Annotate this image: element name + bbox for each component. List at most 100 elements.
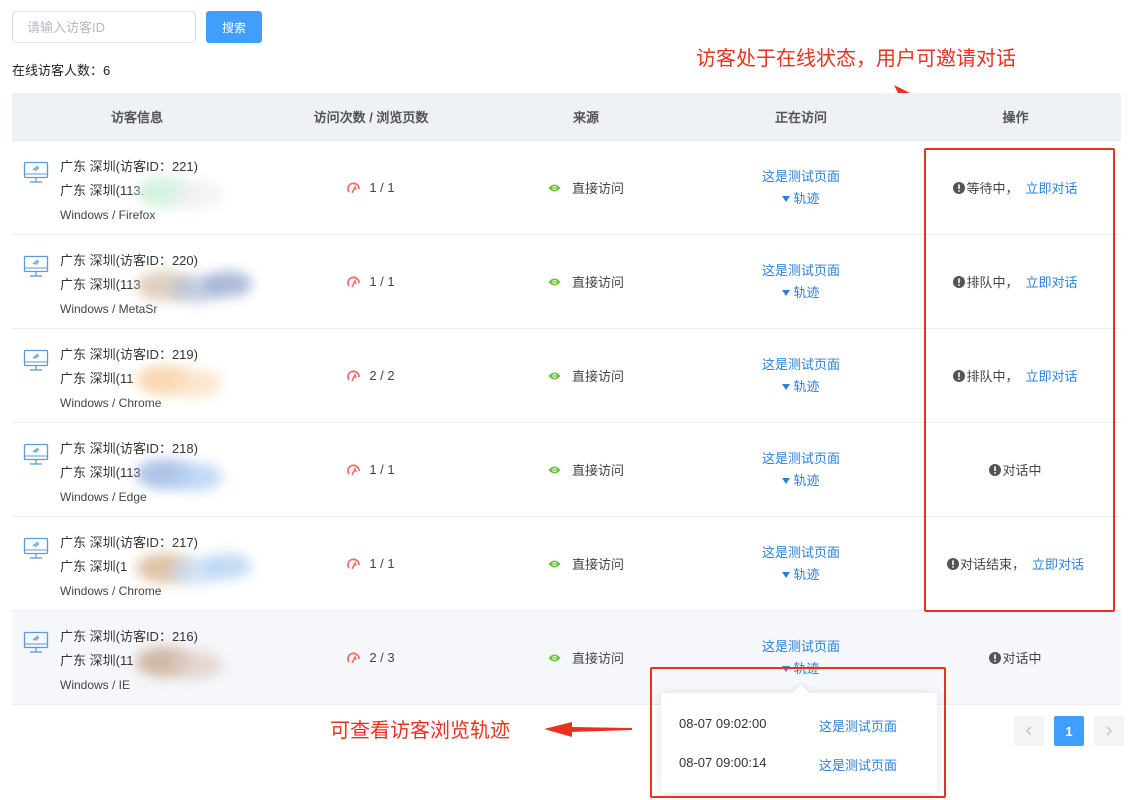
trail-label: 轨迹 <box>793 378 820 394</box>
visit-count-value: 2 / 3 <box>369 650 395 665</box>
visit-count-value: 1 / 1 <box>369 274 395 289</box>
visitor-status: 排队中， <box>966 369 1019 384</box>
exclamation-circle-icon <box>953 275 966 288</box>
visitor-table: 访客信息 访问次数 / 浏览页数 来源 正在访问 操作 广东 深圳(访客ID：2… <box>12 93 1121 705</box>
caret-down-icon <box>782 571 791 578</box>
header-actions: 操作 <box>1002 110 1029 125</box>
online-visitor-count: 在线访客人数：6 <box>12 63 111 78</box>
visits-cell: 1 / 1 <box>262 556 480 571</box>
current-page-link[interactable]: 这是测试页面 <box>762 260 840 282</box>
visit-count-icon <box>347 557 361 569</box>
visitor-info-cell: 广东 深圳(访客ID：216) 广东 深圳(11 Windows / IE <box>12 611 262 705</box>
caret-down-icon <box>782 195 791 202</box>
visit-count-value: 1 / 1 <box>369 462 395 477</box>
actions-cell: 等待中， 立即对话 <box>910 178 1121 197</box>
trail-time: 08-07 09:00:14 <box>679 755 767 770</box>
visitor-browser: Windows / Firefox <box>60 207 156 222</box>
trail-page-link[interactable]: 这是测试页面 <box>819 716 897 735</box>
visit-count-value: 2 / 2 <box>369 368 395 383</box>
annotation-arrow-left-icon <box>544 722 632 737</box>
visitor-status: 对话中 <box>1002 651 1042 666</box>
trail-toggle[interactable]: 轨迹 <box>782 564 820 586</box>
visitor-status: 对话结束， <box>959 557 1025 572</box>
start-chat-link[interactable]: 立即对话 <box>1026 366 1078 385</box>
visit-count-icon <box>347 275 361 287</box>
trail-toggle[interactable]: 轨迹 <box>782 282 820 304</box>
start-chat-link[interactable]: 立即对话 <box>1026 178 1078 197</box>
start-chat-link[interactable]: 立即对话 <box>1026 272 1078 291</box>
trail-toggle[interactable]: 轨迹 <box>782 188 820 210</box>
visit-count-value: 1 / 1 <box>369 556 395 571</box>
caret-down-icon <box>782 383 791 390</box>
eye-icon <box>548 184 561 191</box>
redaction-smudge <box>204 270 252 297</box>
trail-toggle[interactable]: 轨迹 <box>782 658 820 680</box>
pager-next-button[interactable] <box>1094 716 1124 746</box>
trail-page-link[interactable]: 这是测试页面 <box>819 755 897 774</box>
visitor-browser: Windows / Chrome <box>60 395 162 410</box>
pager-page-1[interactable]: 1 <box>1054 716 1084 746</box>
eye-icon <box>548 560 561 567</box>
visitor-status: 排队中， <box>966 275 1019 290</box>
trail-item: 08-07 09:00:14 这是测试页面 <box>679 755 897 774</box>
visit-count-value: 1 / 1 <box>369 180 395 195</box>
exclamation-circle-icon <box>989 463 1002 476</box>
search-button[interactable]: 搜索 <box>206 11 262 43</box>
current-page-link[interactable]: 这是测试页面 <box>762 166 840 188</box>
trail-toggle[interactable]: 轨迹 <box>782 470 820 492</box>
redaction-smudge <box>170 180 222 209</box>
current-page-link[interactable]: 这是测试页面 <box>762 636 840 658</box>
exclamation-circle-icon <box>953 369 966 382</box>
trail-label: 轨迹 <box>793 566 820 582</box>
table-row: 广东 深圳(访客ID：218) 广东 深圳(113 Windows / Edge… <box>12 423 1121 517</box>
visitor-location-id: 广东 深圳(访客ID：219) <box>60 346 198 362</box>
desktop-computer-icon <box>23 161 49 183</box>
exclamation-circle-icon <box>989 651 1002 664</box>
source-value: 直接访问 <box>571 181 624 196</box>
visiting-cell: 这是测试页面 轨迹 <box>692 448 910 492</box>
pager-prev-button[interactable] <box>1014 716 1044 746</box>
visits-cell: 1 / 1 <box>262 274 480 289</box>
visitor-info-cell: 广东 深圳(访客ID：217) 广东 深圳(1 Windows / Chrome <box>12 517 262 611</box>
visiting-cell: 这是测试页面 轨迹 <box>692 636 910 680</box>
trail-popup: 08-07 09:02:00 这是测试页面 08-07 09:00:14 这是测… <box>661 693 937 793</box>
trail-toggle[interactable]: 轨迹 <box>782 376 820 398</box>
caret-down-icon <box>782 477 791 484</box>
eye-icon <box>548 466 561 473</box>
visiting-cell: 这是测试页面 轨迹 <box>692 542 910 586</box>
visitor-location-id: 广东 深圳(访客ID：217) <box>60 534 198 550</box>
visits-cell: 2 / 2 <box>262 368 480 383</box>
actions-cell: 对话中 <box>910 460 1121 479</box>
visitor-status: 等待中， <box>966 181 1019 196</box>
current-page-link[interactable]: 这是测试页面 <box>762 354 840 376</box>
current-page-link[interactable]: 这是测试页面 <box>762 542 840 564</box>
table-header: 访客信息 访问次数 / 浏览页数 来源 正在访问 操作 <box>12 93 1121 141</box>
source-cell: 直接访问 <box>480 648 692 667</box>
visitor-info-cell: 广东 深圳(访客ID：219) 广东 深圳(11 Windows / Chrom… <box>12 329 262 423</box>
visiting-cell: 这是测试页面 轨迹 <box>692 260 910 304</box>
visitor-info-cell: 广东 深圳(访客ID：221) 广东 深圳(113. Windows / Fir… <box>12 141 262 235</box>
actions-cell: 对话中 <box>910 648 1121 667</box>
visitor-info-cell: 广东 深圳(访客ID：218) 广东 深圳(113 Windows / Edge <box>12 423 262 517</box>
desktop-computer-icon <box>23 443 49 465</box>
actions-cell: 排队中， 立即对话 <box>910 272 1121 291</box>
visit-count-icon <box>347 651 361 663</box>
trail-label: 轨迹 <box>793 284 820 300</box>
eye-icon <box>548 278 561 285</box>
source-value: 直接访问 <box>571 557 624 572</box>
table-row: 广东 深圳(访客ID：216) 广东 深圳(11 Windows / IE 2 … <box>12 611 1121 705</box>
visitor-id-search-input[interactable] <box>12 11 196 43</box>
eye-icon <box>548 654 561 661</box>
header-visits: 访问次数 / 浏览页数 <box>313 110 429 125</box>
caret-down-icon <box>782 665 791 672</box>
visit-count-icon <box>347 181 361 193</box>
visitor-location-id: 广东 深圳(访客ID：216) <box>60 628 198 644</box>
exclamation-circle-icon <box>946 557 959 570</box>
source-value: 直接访问 <box>571 463 624 478</box>
caret-down-icon <box>782 289 791 296</box>
visit-count-icon <box>347 463 361 475</box>
visitor-location-id: 广东 深圳(访客ID：218) <box>60 440 198 456</box>
current-page-link[interactable]: 这是测试页面 <box>762 448 840 470</box>
actions-cell: 对话结束， 立即对话 <box>910 554 1121 573</box>
start-chat-link[interactable]: 立即对话 <box>1032 554 1084 573</box>
